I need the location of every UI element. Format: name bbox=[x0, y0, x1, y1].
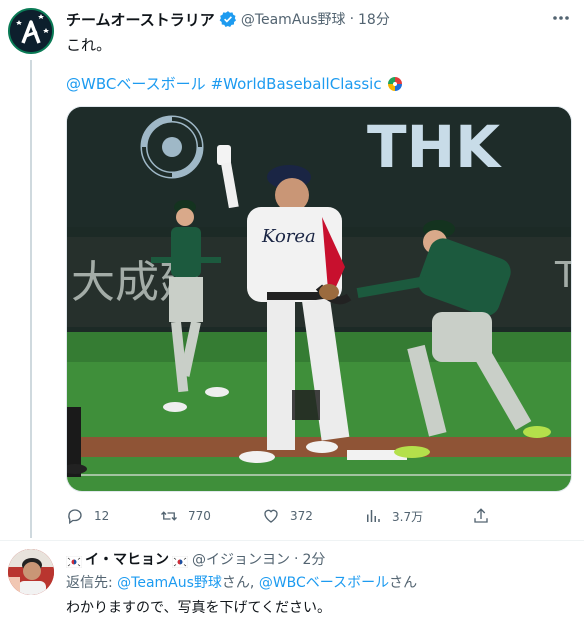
reply-icon bbox=[68, 509, 82, 525]
retweet-icon bbox=[161, 511, 177, 521]
retweet-count: 770 bbox=[188, 509, 211, 523]
like-count: 372 bbox=[290, 509, 313, 523]
jersey-korea-text: Korea bbox=[261, 226, 316, 247]
share-button[interactable] bbox=[472, 504, 500, 528]
korea-flag-icon bbox=[171, 553, 189, 569]
author-name[interactable]: チームオーストラリア bbox=[66, 9, 215, 30]
reply-body: わかりますので、写真を下げてください。 bbox=[66, 600, 332, 616]
mention-wbc-link[interactable]: @WBCベースボール bbox=[66, 73, 206, 94]
reply-button[interactable]: 12 bbox=[66, 504, 109, 528]
replying-to-line: 返信先: @TeamAus野球さん, @WBCベースボールさん bbox=[66, 572, 417, 592]
reply-tweet[interactable]: イ・マヒョン @イジョンヨン · 2分 返信先: @TeamAus野球さん, @… bbox=[0, 541, 584, 628]
reply-author-avatar[interactable] bbox=[8, 549, 54, 595]
honorific-2: さん bbox=[389, 575, 418, 591]
hashtag-wbc-link[interactable]: #WorldBaseballClassic bbox=[211, 75, 382, 93]
team-australia-avatar[interactable] bbox=[8, 8, 54, 54]
verified-badge-icon bbox=[219, 10, 237, 28]
baseball-photo-illustration: THK 大成建 T bbox=[67, 107, 572, 491]
reply-count: 12 bbox=[94, 509, 110, 523]
dot-separator: · bbox=[349, 11, 355, 27]
tweet[interactable]: チームオーストラリア @TeamAus野球 · 18分 これ。 @WBCベースボ… bbox=[0, 0, 584, 540]
banner-thk-text: THK bbox=[367, 113, 502, 181]
tweet-body: これ。 bbox=[66, 36, 112, 54]
retweet-button[interactable]: 770 bbox=[160, 504, 211, 528]
replying-to-label: 返信先: bbox=[66, 575, 118, 591]
more-options-icon[interactable] bbox=[550, 10, 572, 26]
like-button[interactable]: 372 bbox=[262, 504, 313, 528]
reply-author-handle[interactable]: @イジョンヨン bbox=[192, 549, 290, 569]
dot-separator: · bbox=[294, 551, 299, 567]
tweet-action-bar: 12 770 372 3.7万 bbox=[66, 504, 496, 528]
analytics-icon bbox=[367, 510, 380, 522]
tweet-timestamp[interactable]: 18分 bbox=[358, 9, 390, 29]
share-icon bbox=[474, 508, 488, 523]
wbc-pinwheel-icon bbox=[387, 76, 403, 92]
reply-timestamp[interactable]: 2分 bbox=[302, 549, 325, 569]
views-count: 3.7万 bbox=[392, 509, 424, 524]
reply-author-name[interactable]: イ・マヒョン bbox=[85, 549, 169, 569]
reply-header: イ・マヒョン @イジョンヨン · 2分 bbox=[65, 549, 325, 569]
ad-board-text-right: T bbox=[554, 255, 572, 296]
views-button[interactable]: 3.7万 bbox=[364, 504, 423, 528]
thread-line bbox=[30, 60, 32, 538]
author-handle[interactable]: @TeamAus野球 bbox=[241, 9, 346, 29]
tweet-photo[interactable]: THK 大成建 T bbox=[66, 106, 572, 492]
heart-icon bbox=[264, 509, 278, 523]
korea-flag-icon bbox=[65, 553, 83, 569]
mention-wbc-link[interactable]: @WBCベースボール bbox=[259, 575, 389, 591]
tweet-header: チームオーストラリア @TeamAus野球 · 18分 bbox=[66, 8, 390, 30]
mention-teamaus-link[interactable]: @TeamAus野球 bbox=[117, 575, 222, 591]
honorific-1: さん, bbox=[221, 575, 259, 591]
tweet-hashtags: @WBCベースボール #WorldBaseballClassic bbox=[66, 73, 408, 94]
